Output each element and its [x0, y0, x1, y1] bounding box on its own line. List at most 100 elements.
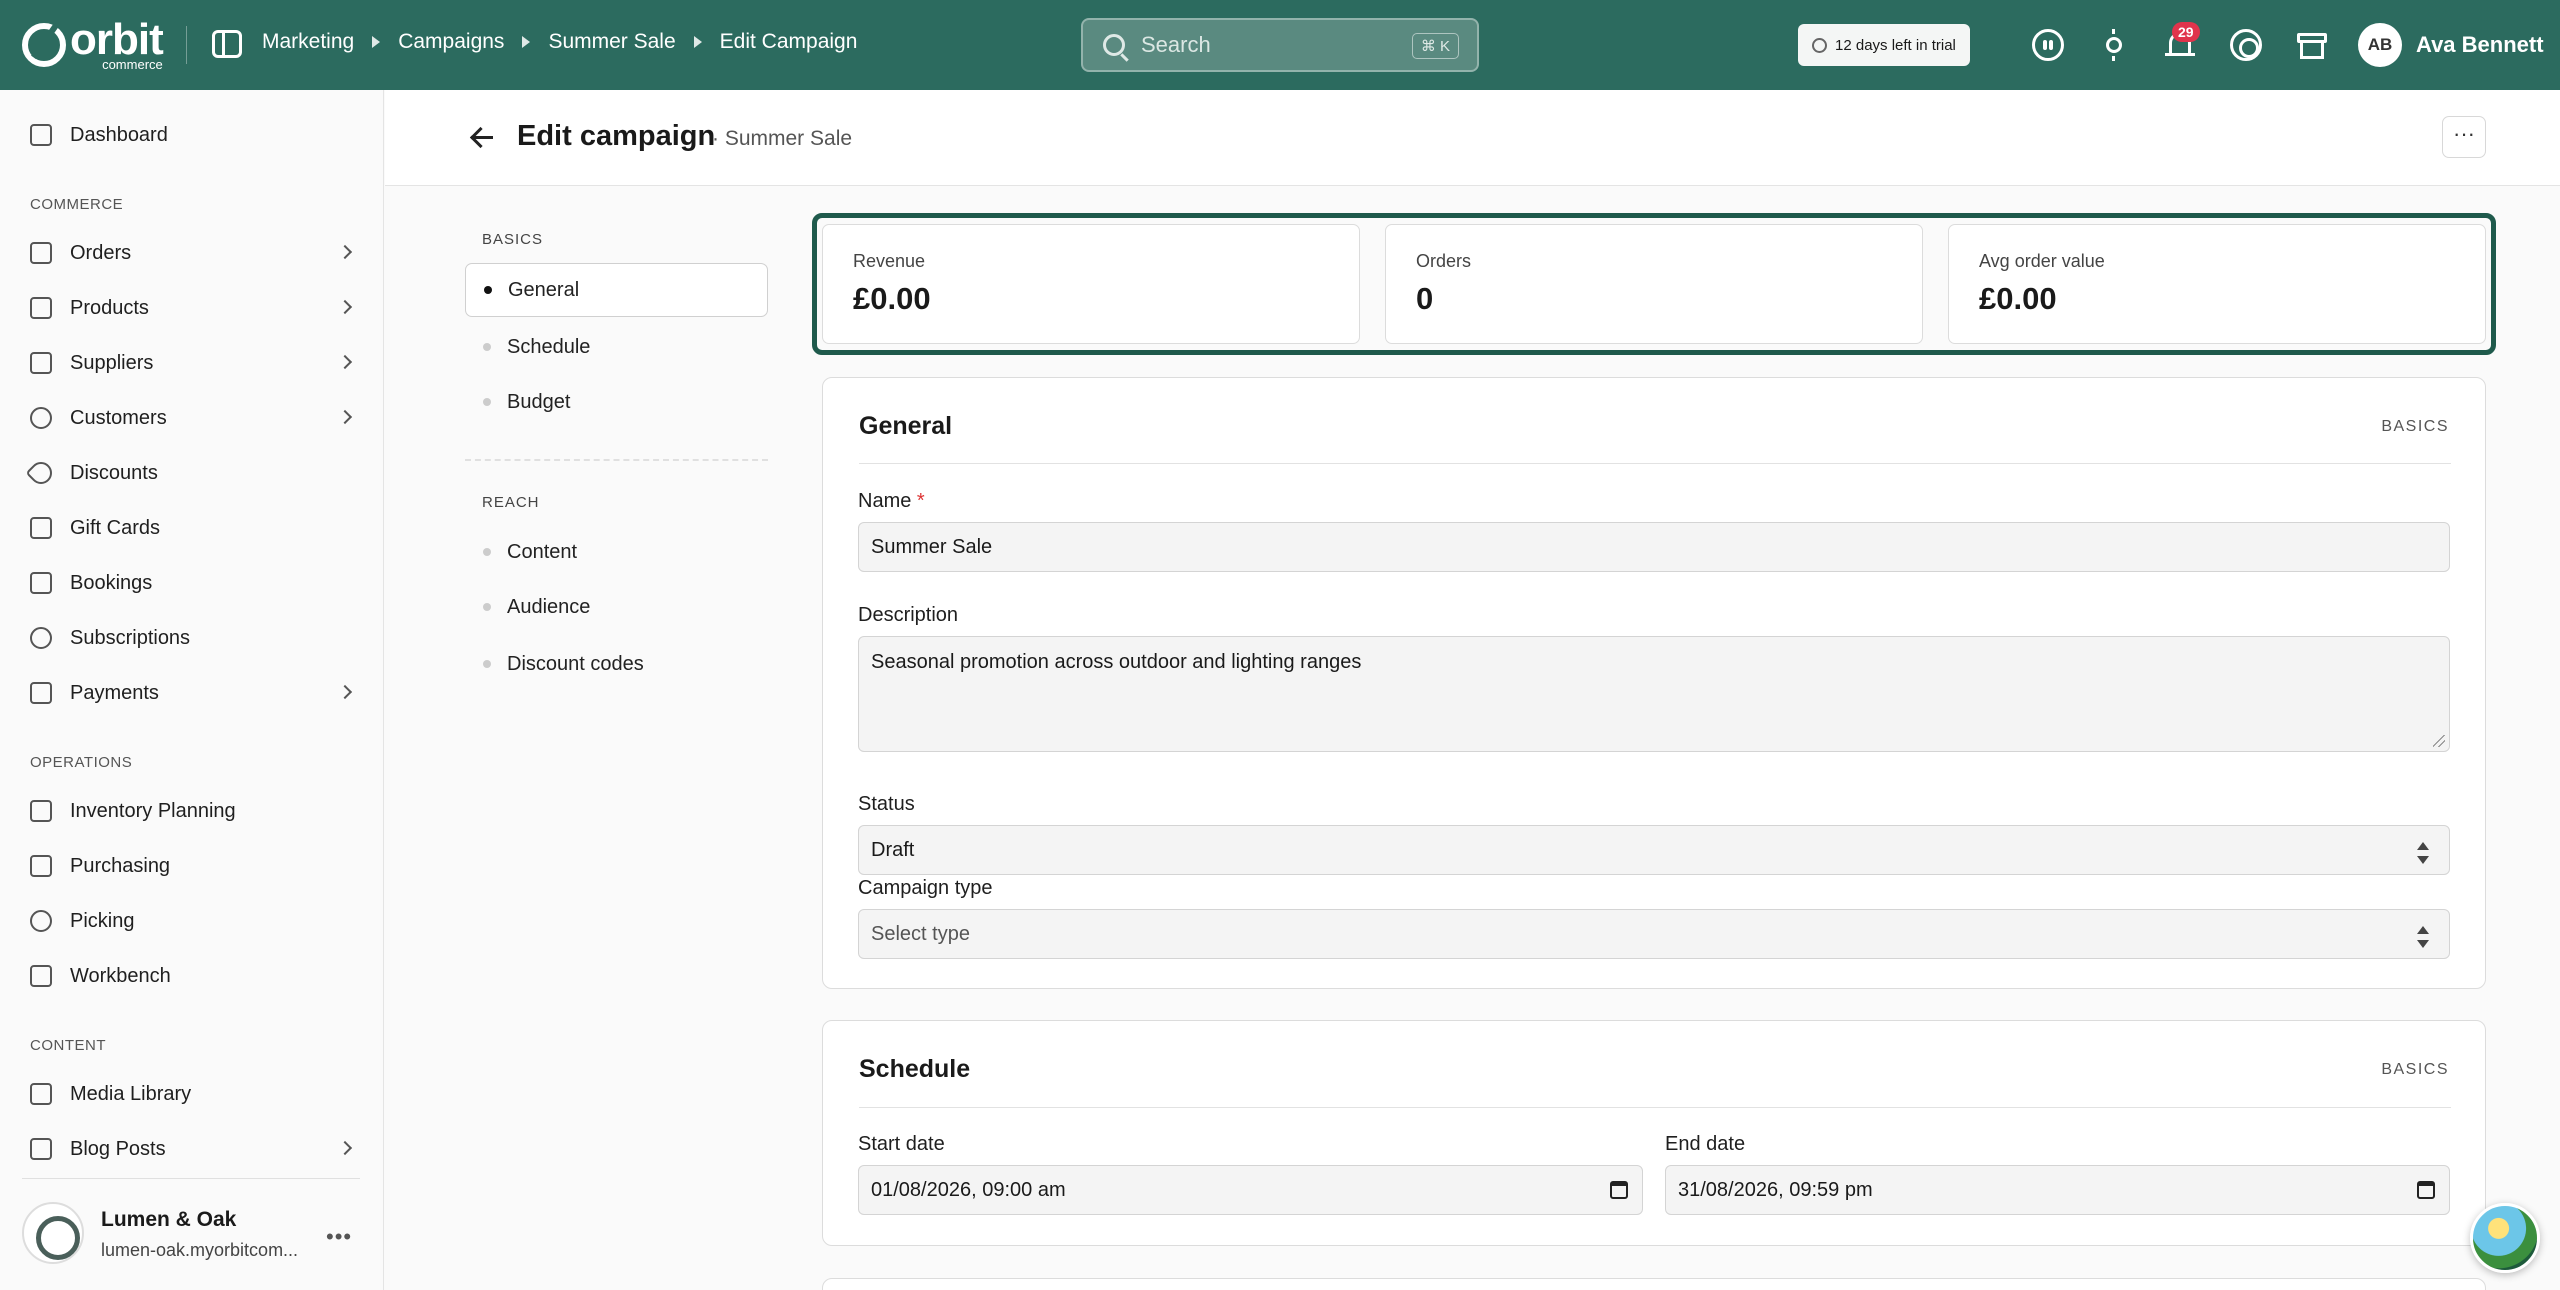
suppliers-icon — [30, 352, 52, 374]
more-options-button[interactable]: ··· — [2442, 116, 2486, 158]
store-more-icon[interactable]: ••• — [326, 1224, 352, 1250]
select-arrows-icon — [2417, 926, 2429, 948]
breadcrumb-marketing[interactable]: Marketing — [262, 30, 354, 54]
trial-badge[interactable]: 12 days left in trial — [1798, 24, 1970, 66]
resize-handle-icon[interactable] — [2433, 735, 2445, 747]
user-name[interactable]: Ava Bennett — [2416, 32, 2544, 58]
campaign-type-select[interactable]: Select type — [858, 909, 2450, 959]
sidebar-item-gift-cards[interactable]: Gift Cards — [30, 508, 360, 548]
stat-value: £0.00 — [1979, 281, 2057, 316]
notifications-badge: 29 — [2172, 22, 2200, 42]
page-title: Edit campaign — [517, 120, 716, 152]
store-avatar[interactable] — [22, 1202, 84, 1264]
sidebar-item-inventory-planning[interactable]: Inventory Planning — [30, 791, 360, 831]
card-divider — [859, 463, 2451, 464]
store-name[interactable]: Lumen & Oak — [101, 1208, 236, 1232]
next-card — [822, 1278, 2486, 1290]
orbit-logo-icon — [22, 22, 66, 67]
schedule-card-tag: BASICS — [2381, 1061, 2449, 1078]
breadcrumb: Marketing Campaigns Summer Sale Edit Cam… — [262, 30, 857, 54]
description-label: Description — [858, 604, 959, 626]
subnav-item-content[interactable]: Content — [465, 525, 768, 579]
calendar-icon[interactable] — [2417, 1181, 2435, 1199]
search-input[interactable]: Search ⌘ K — [1081, 18, 1479, 72]
select-arrows-icon — [2417, 842, 2429, 864]
theme-toggle-icon[interactable] — [2098, 29, 2130, 61]
chevron-right-icon — [337, 409, 353, 425]
status-label: Status — [858, 793, 915, 815]
description-textarea[interactable]: Seasonal promotion across outdoor and li… — [858, 636, 2450, 752]
stat-card-avg-order-value: Avg order value £0.00 — [1948, 224, 2486, 344]
chevron-right-icon — [337, 684, 353, 700]
gift-icon — [30, 517, 52, 539]
storefront-icon[interactable] — [2296, 29, 2328, 61]
sidebar-item-customers[interactable]: Customers — [30, 398, 360, 438]
back-arrow-icon[interactable] — [471, 126, 493, 150]
clipboard-icon — [30, 800, 52, 822]
start-date-label: Start date — [858, 1133, 945, 1155]
document-icon — [30, 1138, 52, 1160]
name-label: Name * — [858, 490, 925, 512]
topbar-divider — [186, 26, 187, 64]
subnav-item-discount-codes[interactable]: Discount codes — [465, 637, 768, 691]
required-asterisk: * — [916, 490, 925, 512]
stat-label: Revenue — [853, 251, 926, 271]
end-date-input[interactable]: 31/08/2026, 09:59 pm — [1665, 1165, 2450, 1215]
sidebar-item-picking[interactable]: Picking — [30, 901, 360, 941]
top-bar: orbit commerce Marketing Campaigns Summe… — [0, 0, 2560, 90]
sidebar-item-orders[interactable]: Orders — [30, 233, 360, 273]
breadcrumb-separator-icon — [522, 36, 531, 48]
tag-icon — [25, 457, 57, 489]
start-date-input[interactable]: 01/08/2026, 09:00 am — [858, 1165, 1643, 1215]
subnav-item-audience[interactable]: Audience — [465, 580, 768, 634]
box-icon — [30, 855, 52, 877]
page-subtitle: · Summer Sale — [712, 127, 853, 150]
help-lifebuoy-icon[interactable] — [2230, 29, 2262, 61]
search-placeholder: Search — [1141, 32, 1211, 57]
breadcrumb-campaigns[interactable]: Campaigns — [398, 30, 504, 54]
subnav-item-budget[interactable]: Budget — [465, 375, 768, 429]
section-commerce: COMMERCE — [30, 196, 124, 213]
user-avatar[interactable]: AB — [2358, 23, 2402, 67]
image-icon — [30, 1083, 52, 1105]
logo-word: orbit — [70, 15, 164, 64]
schedule-card-title: Schedule — [859, 1055, 971, 1083]
calendar-icon[interactable] — [1610, 1181, 1628, 1199]
sidebar-item-bookings[interactable]: Bookings — [30, 563, 360, 603]
package-icon — [30, 965, 52, 987]
sidebar-item-blog-posts[interactable]: Blog Posts — [30, 1129, 360, 1169]
breadcrumb-summer-sale[interactable]: Summer Sale — [548, 30, 675, 54]
name-input[interactable]: Summer Sale — [858, 522, 2450, 572]
search-shortcut: ⌘ K — [1411, 33, 1459, 59]
status-select[interactable]: Draft — [858, 825, 2450, 875]
sidebar-item-subscriptions[interactable]: Subscriptions — [30, 618, 360, 658]
chevron-right-icon — [337, 1140, 353, 1156]
stat-value: 0 — [1416, 281, 1434, 316]
stat-label: Orders — [1416, 251, 1472, 271]
breadcrumb-separator-icon — [372, 36, 381, 48]
sidebar-item-suppliers[interactable]: Suppliers — [30, 343, 360, 383]
sidebar-item-workbench[interactable]: Workbench — [30, 956, 360, 996]
chevron-right-icon — [337, 354, 353, 370]
calendar-icon — [30, 572, 52, 594]
assistant-icon[interactable] — [2032, 29, 2064, 61]
sidebar-item-media-library[interactable]: Media Library — [30, 1074, 360, 1114]
assistant-launcher-icon[interactable] — [2470, 1203, 2540, 1273]
map-pin-icon — [30, 910, 52, 932]
subnav-item-schedule[interactable]: Schedule — [465, 320, 768, 374]
sidebar-item-products[interactable]: Products — [30, 288, 360, 328]
sidebar-divider — [22, 1178, 360, 1179]
sidebar-item-purchasing[interactable]: Purchasing — [30, 846, 360, 886]
end-date-label: End date — [1665, 1133, 1746, 1155]
sidebar-toggle-icon[interactable] — [212, 30, 242, 58]
campaign-type-label: Campaign type — [858, 877, 993, 899]
sidebar-item-discounts[interactable]: Discounts — [25, 453, 360, 493]
sidebar-item-dashboard[interactable]: Dashboard — [30, 115, 360, 155]
chevron-right-icon — [337, 299, 353, 315]
orbit-logo[interactable]: orbit commerce — [22, 15, 164, 71]
sidebar-item-payments[interactable]: Payments — [30, 673, 360, 713]
breadcrumb-separator-icon — [693, 36, 702, 48]
stat-card-revenue: Revenue £0.00 — [822, 224, 1360, 344]
stat-card-orders: Orders 0 — [1385, 224, 1923, 344]
subnav-item-general[interactable]: General — [465, 263, 768, 317]
